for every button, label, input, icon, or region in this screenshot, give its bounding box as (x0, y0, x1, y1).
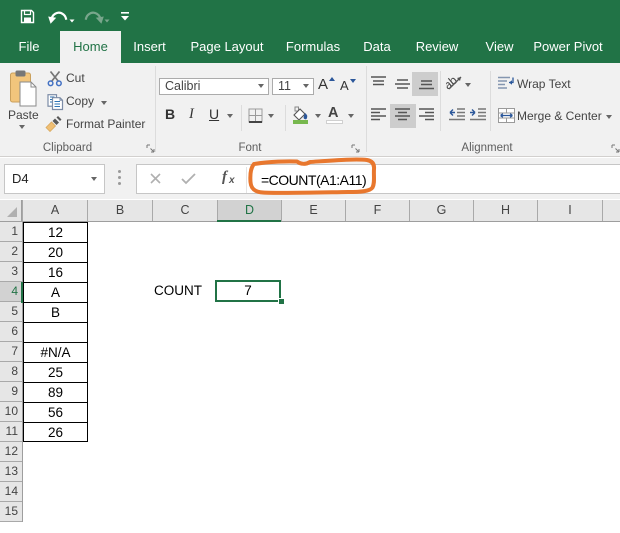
svg-text:ab: ab (446, 74, 460, 92)
